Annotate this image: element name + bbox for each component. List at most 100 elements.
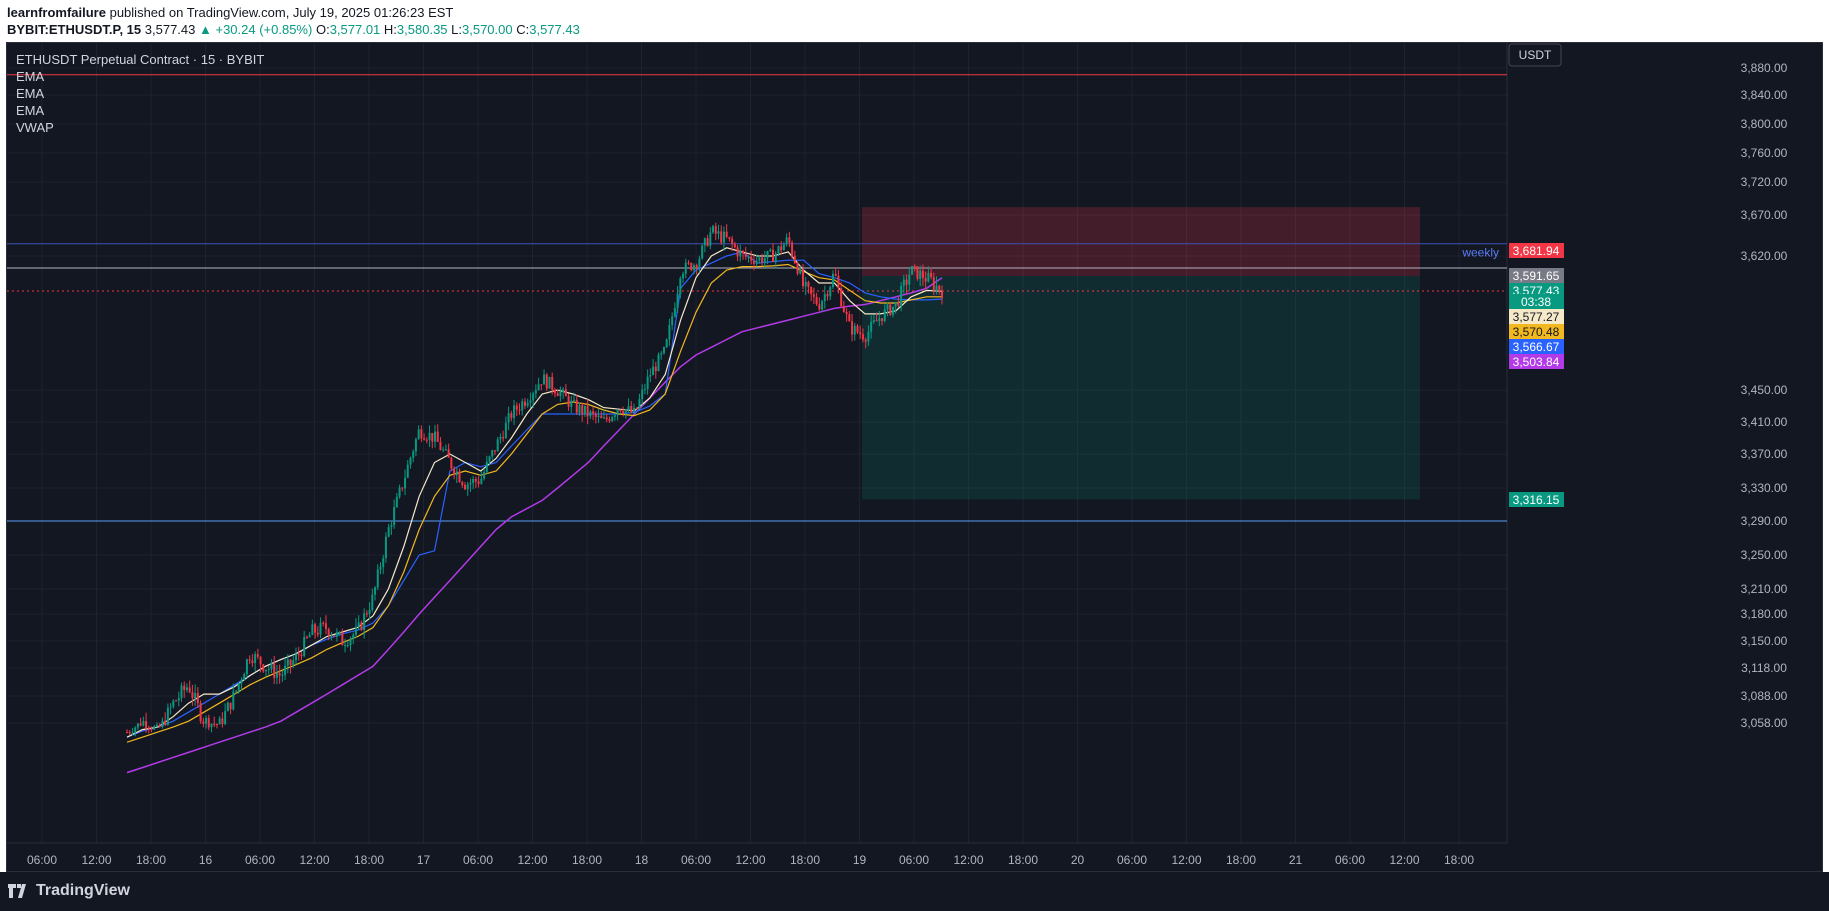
candle-body xyxy=(518,409,521,411)
candle-body xyxy=(243,674,246,680)
candle-body xyxy=(224,711,227,725)
candle-body xyxy=(785,237,788,245)
candle-body xyxy=(837,275,840,289)
tradingview-logo[interactable]: TradingView xyxy=(8,882,130,900)
candle-body xyxy=(199,703,202,722)
candle-body xyxy=(207,717,210,728)
candle-body xyxy=(938,285,941,292)
ema-mid-line[interactable] xyxy=(126,263,942,743)
legend-title[interactable]: ETHUSDT Perpetual Contract · 15 · BYBIT xyxy=(16,51,264,68)
vwap-line[interactable] xyxy=(126,277,943,774)
candle-body xyxy=(720,231,723,243)
candle-body xyxy=(840,288,843,307)
ema-slow-line[interactable] xyxy=(126,251,943,738)
candle-body xyxy=(248,659,251,661)
candle-body xyxy=(327,629,330,636)
candle-body xyxy=(717,231,720,234)
candle-body xyxy=(619,409,622,412)
candle-body xyxy=(703,238,706,246)
candle-body xyxy=(831,273,834,288)
candle-body xyxy=(911,266,914,275)
candle-body xyxy=(453,468,456,476)
x-tick-label: 18:00 xyxy=(136,853,166,867)
candle-body xyxy=(791,242,794,256)
candle-body xyxy=(859,332,862,335)
x-tick-label: 12:00 xyxy=(299,853,329,867)
candle-body xyxy=(829,287,832,297)
candles[interactable] xyxy=(126,222,943,737)
candle-body xyxy=(867,331,870,342)
legend-ema-1[interactable]: EMA xyxy=(16,68,264,85)
candle-body xyxy=(297,654,300,656)
candle-body xyxy=(349,638,352,646)
candle-body xyxy=(638,399,641,409)
candle-body xyxy=(254,654,257,664)
candle-body xyxy=(240,679,243,684)
candle-body xyxy=(483,472,486,479)
candle-body xyxy=(886,304,889,310)
candle-body xyxy=(608,419,611,422)
candle-body xyxy=(267,669,270,671)
candle-body xyxy=(226,702,229,712)
candle-body xyxy=(744,253,747,257)
candle-body xyxy=(390,525,393,527)
indicator-legend: ETHUSDT Perpetual Contract · 15 · BYBIT … xyxy=(16,51,264,136)
candle-body xyxy=(145,721,148,728)
candle-body xyxy=(463,485,466,490)
x-tick-label: 21 xyxy=(1289,853,1303,867)
candle-body xyxy=(384,536,387,559)
candle-body xyxy=(698,258,701,269)
candle-body xyxy=(142,721,145,726)
candle-body xyxy=(872,320,875,322)
candle-body xyxy=(553,389,556,394)
legend-vwap[interactable]: VWAP xyxy=(16,119,264,136)
x-tick-label: 06:00 xyxy=(899,853,929,867)
candle-body xyxy=(627,406,630,410)
x-tick-label: 06:00 xyxy=(1117,853,1147,867)
y-tick-label: 3,760.00 xyxy=(1741,146,1788,160)
candle-body xyxy=(333,635,336,637)
candle-body xyxy=(611,416,614,422)
y-tick-label: 3,290.00 xyxy=(1741,514,1788,528)
candle-body xyxy=(398,487,401,497)
y-tick-label: 3,330.00 xyxy=(1741,481,1788,495)
candle-body xyxy=(447,449,450,458)
candle-body xyxy=(676,293,679,308)
candle-body xyxy=(796,263,799,274)
legend-ema-3[interactable]: EMA xyxy=(16,102,264,119)
candle-body xyxy=(810,287,813,295)
candle-body xyxy=(695,265,698,269)
candle-body xyxy=(788,237,791,243)
candle-body xyxy=(188,687,191,693)
candle-body xyxy=(752,260,755,264)
take-profit-zone[interactable] xyxy=(862,276,1420,500)
y-tick-label: 3,410.00 xyxy=(1741,415,1788,429)
candle-body xyxy=(406,464,409,478)
candle-body xyxy=(652,366,655,376)
candle-body xyxy=(834,273,837,276)
candle-body xyxy=(477,481,480,484)
candle-body xyxy=(139,723,142,726)
publish-line: learnfromfailure published on TradingVie… xyxy=(7,5,453,20)
candle-body xyxy=(213,723,216,725)
price-badge-label: 3,566.67 xyxy=(1513,340,1560,354)
price-badge-label: 3,503.84 xyxy=(1513,355,1560,369)
candle-body xyxy=(169,706,172,708)
price-chart[interactable]: 06:00 12:00 18:00 16 06:00 12:00 18:00 17 06:00 1… xyxy=(7,43,1823,872)
author-name[interactable]: learnfromfailure xyxy=(7,5,106,20)
candle-body xyxy=(409,457,412,465)
currency-label: USDT xyxy=(1519,48,1552,62)
ohlc-close-label: C: xyxy=(516,22,530,37)
candle-body xyxy=(763,258,766,263)
candle-body xyxy=(921,270,924,279)
candle-body xyxy=(575,399,578,413)
y-tick-label: 3,058.00 xyxy=(1741,716,1788,730)
chart-pane[interactable]: 06:00 12:00 18:00 16 06:00 12:00 18:00 17 06:00 1… xyxy=(6,42,1823,872)
candle-body xyxy=(455,471,458,476)
candle-body xyxy=(185,687,188,691)
candle-body xyxy=(564,389,567,397)
candle-body xyxy=(913,266,916,268)
stop-loss-zone[interactable] xyxy=(862,207,1420,276)
candle-body xyxy=(357,622,360,627)
legend-ema-2[interactable]: EMA xyxy=(16,85,264,102)
